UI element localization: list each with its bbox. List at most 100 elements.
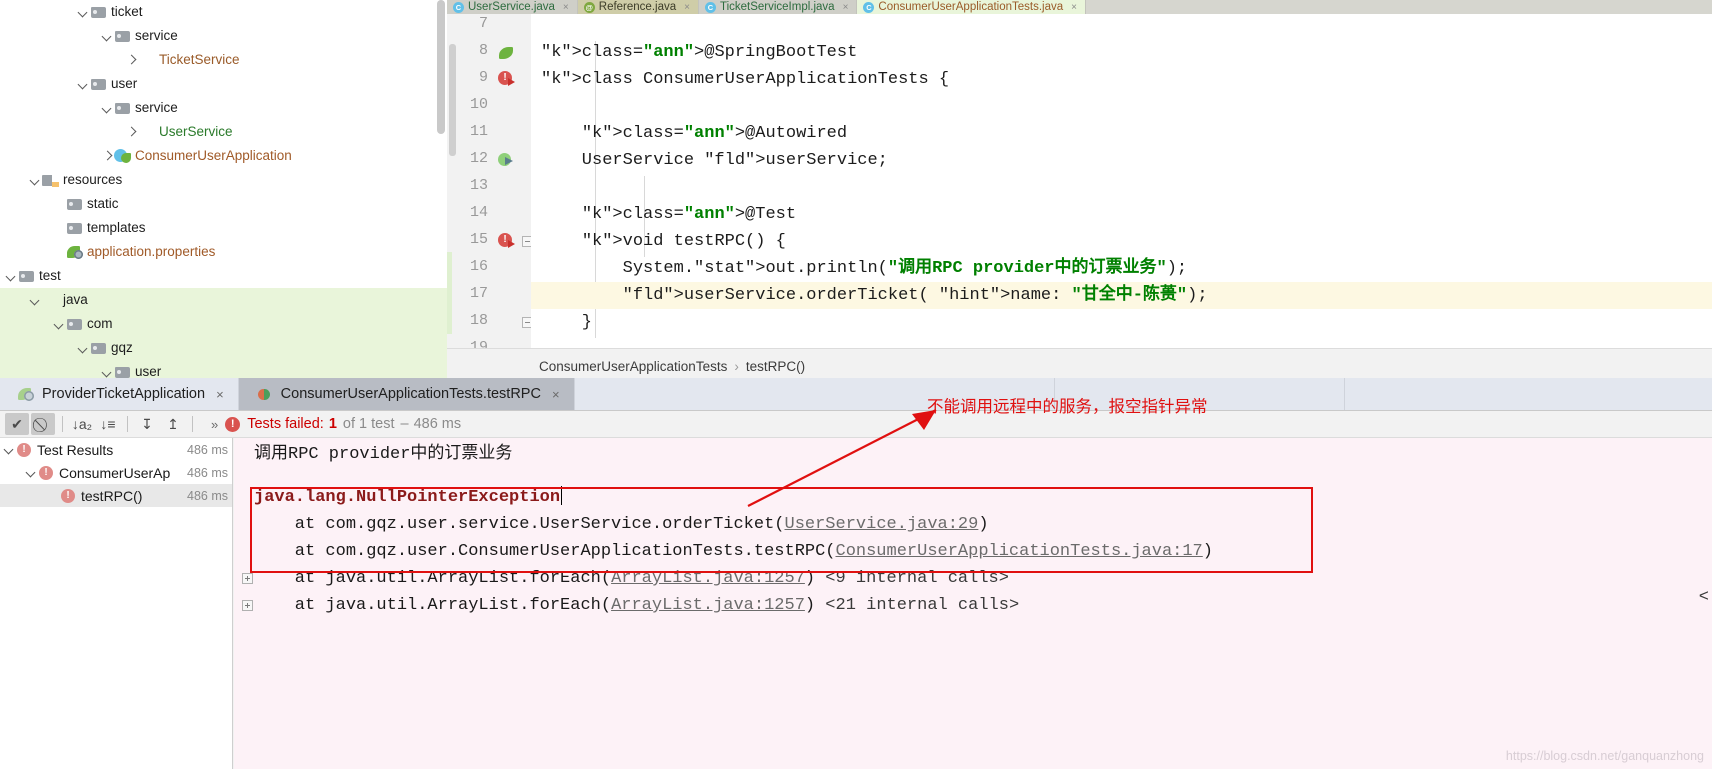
code-line[interactable]: } — [531, 309, 1712, 336]
project-tree-item[interactable]: gqz — [0, 336, 447, 360]
editor-tab[interactable]: @ Reference.java × — [577, 0, 699, 14]
stack-frame-link[interactable]: ArrayList.java:1257 — [611, 569, 805, 588]
run-tab[interactable]: ProviderTicketApplication × — [0, 378, 239, 410]
sort-alphabetically[interactable]: ↓a₂ — [70, 413, 94, 435]
project-tree-item[interactable]: UserService — [0, 120, 447, 144]
editor-tab-bar[interactable]: C UserService.java × @ Reference.java × C Ticke… — [447, 0, 1712, 14]
console-stdout-line: 调用RPC provider中的订票业务 — [254, 441, 512, 468]
project-tree-item[interactable]: application.properties — [0, 240, 447, 264]
project-tree-item[interactable]: user — [0, 360, 447, 378]
stack-frame-suffix: ) — [804, 569, 816, 588]
hide-ignored-toggle[interactable]: ⃠ — [31, 413, 55, 435]
project-tree-item-label: resources — [63, 172, 123, 187]
code-line[interactable]: "k">class="ann">@SpringBootTest — [531, 39, 1712, 66]
expand-all[interactable]: ↧ — [135, 413, 159, 435]
show-passed-toggle[interactable]: ✔ — [5, 413, 29, 435]
stack-frame-link[interactable]: ArrayList.java:1257 — [611, 596, 805, 615]
chevron-right-icon[interactable] — [124, 48, 138, 72]
toolbar-overflow-icon[interactable]: » — [211, 417, 218, 432]
console-fold-toggle-icon[interactable] — [242, 600, 253, 611]
code-text-area[interactable]: "k">class="ann">@SpringBootTest "k">class… — [531, 14, 1712, 348]
project-tree-item[interactable]: service — [0, 24, 447, 48]
spring-bean-icon[interactable] — [498, 44, 515, 61]
code-line[interactable]: "k">class ConsumerUserApplicationTests { — [531, 66, 1712, 93]
project-tree-scrollbar-thumb[interactable] — [437, 0, 445, 134]
spring-boot-icon — [18, 386, 34, 402]
project-tree-item[interactable]: ConsumerUserApplication — [0, 144, 447, 168]
test-tree-row[interactable]: ! Test Results 486 ms — [0, 438, 232, 461]
text-caret — [561, 486, 563, 505]
chevron-down-icon[interactable] — [100, 24, 114, 48]
chevron-down-icon[interactable] — [28, 168, 42, 192]
close-icon[interactable]: × — [843, 2, 849, 13]
code-line[interactable]: "k">class="ann">@Test — [531, 201, 1712, 228]
close-icon[interactable]: × — [563, 2, 569, 13]
stack-frame-link[interactable]: ConsumerUserApplicationTests.java:17 — [836, 542, 1203, 561]
breadcrumb-method[interactable]: testRPC() — [746, 359, 805, 374]
chevron-down-icon[interactable] — [24, 461, 39, 484]
project-tree-item[interactable]: java — [0, 288, 447, 312]
chevron-right-icon[interactable] — [124, 120, 138, 144]
run-test-failed-icon[interactable] — [498, 233, 515, 250]
stack-frame-link[interactable]: UserService.java:29 — [785, 515, 979, 534]
code-line[interactable]: "fld">userService.orderTicket( "hint">na… — [531, 282, 1712, 309]
close-icon[interactable]: × — [216, 387, 224, 402]
chevron-right-icon[interactable] — [100, 144, 114, 168]
close-icon[interactable]: × — [684, 2, 690, 13]
code-line[interactable] — [531, 14, 1712, 39]
editor-gutter[interactable]: 78910111213141516171819 — [447, 14, 533, 356]
project-tree-panel[interactable]: ticket service TicketService user service Use… — [0, 0, 447, 378]
code-line[interactable] — [531, 336, 1712, 348]
console-stack-frame-line: at com.gqz.user.ConsumerUserApplicationT… — [254, 538, 1213, 565]
chevron-down-icon[interactable] — [76, 336, 90, 360]
run-test-failed-icon[interactable] — [498, 71, 515, 88]
folder-green-icon — [42, 288, 60, 312]
project-tree-item[interactable]: ticket — [0, 0, 447, 24]
close-icon[interactable]: × — [1071, 2, 1077, 13]
hide-ignored-toggle-glyph: ⃠ — [31, 413, 55, 435]
run-tab[interactable]: ConsumerUserApplicationTests.testRPC × — [238, 378, 575, 410]
chevron-down-icon[interactable] — [52, 312, 66, 336]
project-tree-item[interactable]: service — [0, 96, 447, 120]
chevron-down-icon[interactable] — [76, 72, 90, 96]
chevron-down-icon[interactable] — [100, 360, 114, 378]
springcls-icon — [114, 144, 132, 168]
test-tree-row-label: testRPC() — [81, 487, 143, 504]
project-tree-item[interactable]: templates — [0, 216, 447, 240]
close-icon[interactable]: × — [552, 387, 560, 402]
console-fold-toggle-icon[interactable] — [242, 573, 253, 584]
test-tree-row[interactable]: ! testRPC() 486 ms — [0, 484, 232, 507]
project-tree-item[interactable]: user — [0, 72, 447, 96]
project-tree-item[interactable]: static — [0, 192, 447, 216]
project-tree-item[interactable]: test — [0, 264, 447, 288]
collapse-all[interactable]: ↥ — [161, 413, 185, 435]
code-line[interactable]: "k">void testRPC() { — [531, 228, 1712, 255]
code-line[interactable]: "k">class="ann">@Autowired — [531, 120, 1712, 147]
breadcrumb[interactable]: ConsumerUserApplicationTests › testRPC() — [531, 355, 1712, 378]
code-line[interactable]: UserService "fld">userService; — [531, 147, 1712, 174]
chevron-down-icon[interactable] — [4, 264, 18, 288]
implemented-method-icon[interactable] — [498, 152, 515, 169]
project-tree-scrollbar-track[interactable] — [435, 0, 447, 378]
chevron-down-icon[interactable] — [100, 96, 114, 120]
chevron-down-icon[interactable] — [76, 0, 90, 24]
sort-by-duration[interactable]: ↓≡ — [96, 413, 120, 435]
editor-tab[interactable]: C TicketServiceImpl.java × — [698, 0, 858, 14]
chevron-down-icon[interactable] — [2, 438, 17, 461]
code-line[interactable] — [531, 174, 1712, 201]
project-tree-item[interactable]: TicketService — [0, 48, 447, 72]
breadcrumb-class[interactable]: ConsumerUserApplicationTests — [539, 359, 727, 374]
test-results-tree[interactable]: ! Test Results 486 ms! ConsumerUserAp 486 ms… — [0, 438, 233, 769]
test-console-output[interactable]: 调用RPC provider中的订票业务 java.lang.NullPointe… — [234, 438, 1712, 769]
project-tree-item[interactable]: resources — [0, 168, 447, 192]
code-line[interactable] — [531, 93, 1712, 120]
annotation-text: 不能调用远程中的服务，报空指针异常 — [927, 397, 1208, 416]
test-tree-row[interactable]: ! ConsumerUserAp 486 ms — [0, 461, 232, 484]
editor-tab[interactable]: C ConsumerUserApplicationTests.java × — [857, 0, 1086, 14]
chevron-down-icon[interactable] — [28, 288, 42, 312]
project-tree-item[interactable]: com — [0, 312, 447, 336]
run-tab-label: ProviderTicketApplication — [42, 386, 206, 402]
test-failed-icon: ! — [17, 442, 31, 457]
code-line[interactable]: System."stat">out.println("调用RPC provide… — [531, 255, 1712, 282]
